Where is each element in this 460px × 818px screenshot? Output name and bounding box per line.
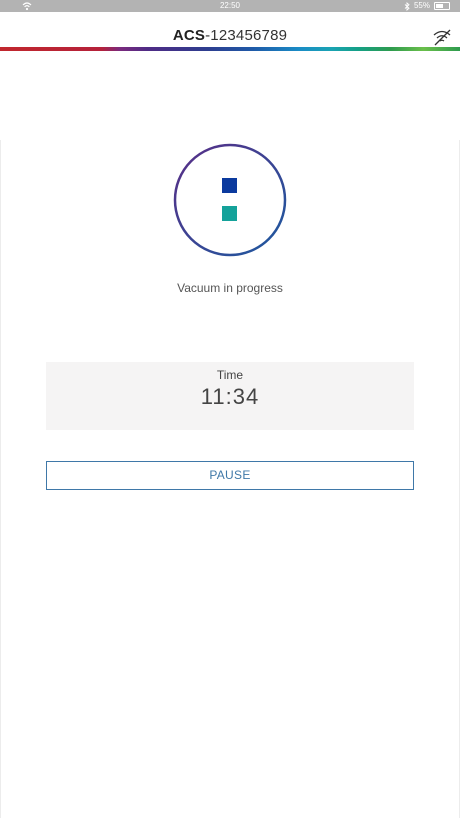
title-suffix: -123456789 <box>205 27 288 44</box>
app-header: ACS-123456789 <box>0 12 460 48</box>
time-panel: Time 11:34 <box>46 362 414 430</box>
page-title: ACS-123456789 <box>0 27 460 44</box>
status-right-group: 55% <box>404 0 450 12</box>
indicator-top-square <box>222 178 237 193</box>
vacuum-progress-indicator <box>173 143 287 257</box>
battery-percent: 55% <box>413 1 430 10</box>
battery-fill <box>436 4 443 8</box>
brand-color-bar <box>0 47 460 51</box>
time-label: Time <box>216 368 244 382</box>
indicator-bottom-square <box>222 206 237 221</box>
pause-button[interactable]: PAUSE <box>46 461 414 490</box>
app-screen: 22:50 55% ACS-123456789 Vacuum in progre… <box>0 0 460 818</box>
time-value: 11:34 <box>200 384 260 409</box>
bluetooth-icon <box>404 1 410 11</box>
wifi-off-icon[interactable] <box>432 28 452 46</box>
battery-icon <box>434 2 450 10</box>
process-status-text: Vacuum in progress <box>177 281 283 295</box>
title-prefix: ACS <box>172 27 206 44</box>
status-time: 22:50 <box>219 1 241 10</box>
progress-ring-circle <box>173 143 287 257</box>
status-bar: 22:50 55% <box>0 0 460 12</box>
